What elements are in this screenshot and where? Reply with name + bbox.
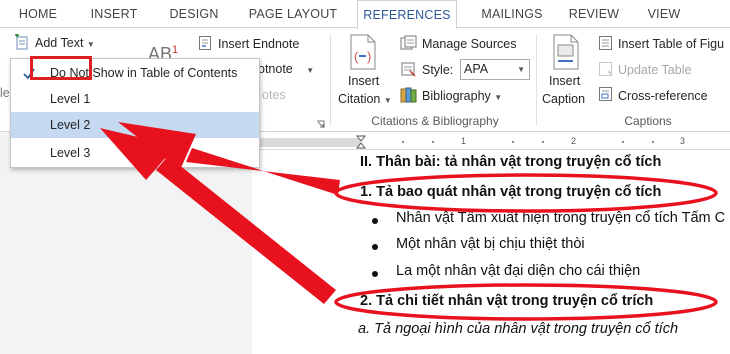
chevron-down-icon: ▼ xyxy=(86,40,95,49)
group-label-citations: Citations & Bibliography xyxy=(371,114,499,128)
next-footnote-label: otnote xyxy=(258,62,293,76)
ruler-number-1: 1 xyxy=(461,136,467,146)
menu-item-label: Level 1 xyxy=(50,92,91,106)
update-table-button[interactable]: Update Table xyxy=(618,63,691,77)
bibliography-label: Bibliography xyxy=(422,89,491,103)
svg-text:): ) xyxy=(367,49,371,64)
footnote-sup-label: 1 xyxy=(172,44,179,56)
chevron-down-icon: ▼ xyxy=(494,93,503,102)
bullet-icon xyxy=(372,271,378,277)
insert-table-of-figures-button[interactable]: Insert Table of Figu xyxy=(618,37,724,51)
insert-caption-line1[interactable]: Insert xyxy=(549,74,580,88)
tab-review[interactable]: REVIEW xyxy=(562,0,626,28)
tab-view[interactable]: VIEW xyxy=(640,0,688,28)
tab-mailings[interactable]: MAILINGS xyxy=(470,0,554,28)
group-label-captions: Captions xyxy=(624,114,672,128)
bullet-icon xyxy=(372,244,378,250)
tab-page-layout[interactable]: PAGE LAYOUT xyxy=(242,0,344,28)
menu-item-level-1[interactable]: Level 1 xyxy=(11,86,259,112)
show-notes-button[interactable]: otes xyxy=(262,88,286,102)
style-icon xyxy=(400,61,418,82)
insert-citation-icon: ( ) xyxy=(348,34,378,75)
tab-references[interactable]: REFERENCES xyxy=(357,0,457,29)
update-table-icon xyxy=(598,61,614,82)
level-2-highlight-box xyxy=(30,56,92,80)
insert-endnote-button[interactable]: Insert Endnote xyxy=(218,37,299,51)
horizontal-ruler[interactable]: 1 2 3 xyxy=(252,134,730,150)
ruler-tick xyxy=(542,141,544,143)
manage-sources-icon xyxy=(400,35,418,56)
ribbon-tab-bar: HOME INSERT DESIGN PAGE LAYOUT REFERENCE… xyxy=(0,0,730,29)
insert-citation-button[interactable]: Citation ▼ xyxy=(338,92,392,106)
ruler-number-2: 2 xyxy=(571,136,577,146)
ruler-number-3: 3 xyxy=(680,136,686,146)
tab-insert[interactable]: INSERT xyxy=(84,0,144,28)
cross-reference-button[interactable]: Cross-reference xyxy=(618,89,708,103)
insert-citation-line1[interactable]: Insert xyxy=(348,74,379,88)
menu-item-level-2[interactable]: Level 2 xyxy=(11,112,259,138)
next-footnote-button[interactable]: otnote ▼ xyxy=(258,62,314,76)
menu-item-label: Level 3 xyxy=(50,146,91,160)
doc-bullet-item: La một nhân vật đại diện cho cái thiện xyxy=(396,263,641,279)
manage-sources-button[interactable]: Manage Sources xyxy=(422,37,517,51)
bullet-icon xyxy=(372,218,378,224)
chevron-down-icon: ▼ xyxy=(517,65,525,74)
doc-heading-1-2: 2. Tả chi tiết nhân vật trong truyện cổ … xyxy=(360,293,654,309)
tab-design[interactable]: DESIGN xyxy=(162,0,226,28)
bibliography-icon xyxy=(400,86,418,109)
menu-item-label: Level 2 xyxy=(50,118,91,132)
style-label: Style: xyxy=(422,63,454,77)
style-select-value: APA xyxy=(464,62,489,76)
chevron-down-icon: ▼ xyxy=(306,66,315,75)
insert-endnote-icon xyxy=(198,35,214,56)
style-select[interactable]: APA ▼ xyxy=(460,59,530,80)
doc-bullet-item: Nhân vật Tấm xuất hiện trong truyện cổ t… xyxy=(396,210,726,226)
ribbon-separator xyxy=(536,34,537,126)
tab-home[interactable]: HOME xyxy=(12,0,64,28)
ruler-tick xyxy=(512,141,514,143)
add-text-button[interactable]: Add Text ▼ xyxy=(35,36,95,50)
doc-heading-2: II. Thân bài: tả nhân vật trong truyện c… xyxy=(360,154,662,170)
bibliography-button[interactable]: Bibliography ▼ xyxy=(422,89,502,103)
ruler-margin xyxy=(252,138,360,147)
indent-marker-icon[interactable] xyxy=(355,135,367,155)
chevron-down-icon: ▼ xyxy=(383,96,392,105)
left-edge-label: le xyxy=(0,86,10,100)
svg-text:(: ( xyxy=(354,49,359,64)
cross-reference-icon xyxy=(598,86,614,107)
menu-item-level-3[interactable]: Level 3 xyxy=(11,140,259,166)
ruler-tick xyxy=(432,141,434,143)
add-text-label: Add Text xyxy=(35,36,84,50)
insert-caption-icon xyxy=(552,34,580,75)
doc-bullet-item: Một nhân vật bị chịu thiệt thòi xyxy=(396,236,585,252)
insert-citation-label: Citation xyxy=(338,92,381,106)
table-of-figures-icon xyxy=(598,35,614,56)
ruler-tick xyxy=(402,141,404,143)
ruler-tick xyxy=(652,141,654,143)
doc-heading-1-1: 1. Tả bao quát nhân vật trong truyện cổ … xyxy=(360,184,662,200)
doc-subheading-a: a. Tả ngoại hình của nhân vật trong truy… xyxy=(358,321,679,337)
add-text-icon xyxy=(14,33,32,55)
insert-caption-button[interactable]: Caption xyxy=(542,92,585,106)
ruler-tick xyxy=(622,141,624,143)
ribbon-separator xyxy=(330,34,331,126)
